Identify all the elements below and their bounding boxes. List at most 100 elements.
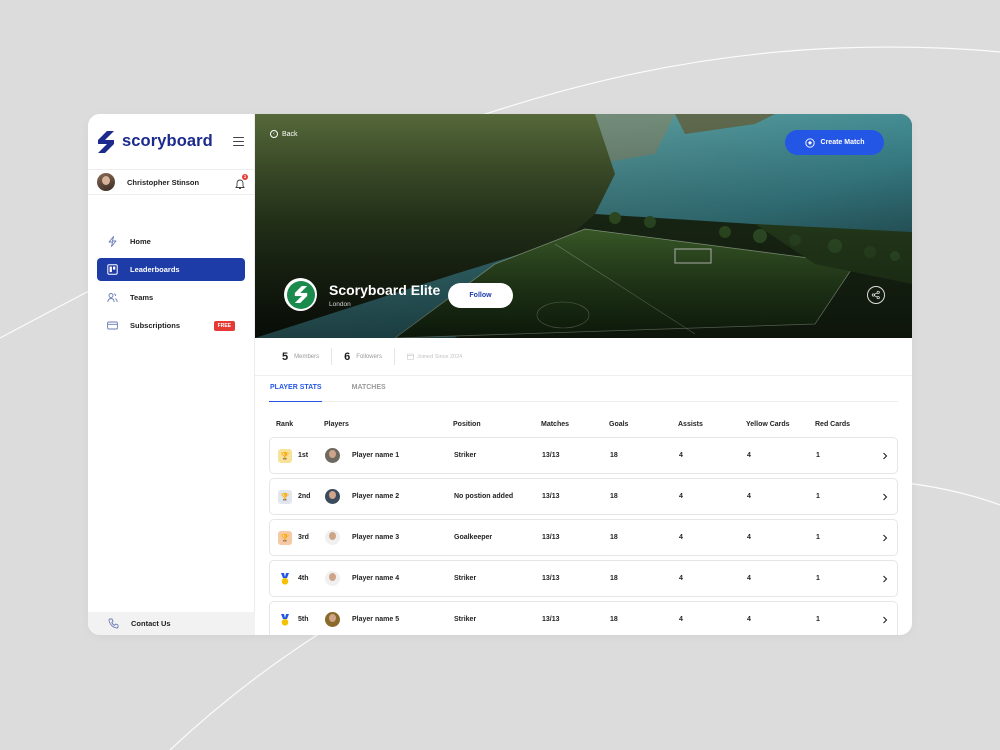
- matches-value: 13/13: [542, 575, 560, 582]
- soccer-ball-icon: [804, 137, 815, 148]
- yellow-cards-value: 4: [747, 616, 751, 623]
- create-match-label: Create Match: [820, 139, 865, 146]
- header-matches[interactable]: Matches: [541, 421, 609, 428]
- sidebar-item-label: Leaderboards: [130, 265, 180, 274]
- scoryboard-logo-icon[interactable]: [97, 130, 115, 153]
- sidebar-item-label: Teams: [130, 293, 154, 302]
- red-cards-value: 1: [816, 493, 820, 500]
- tab-player-stats[interactable]: PLAYER STATS: [269, 376, 322, 402]
- back-arrow-icon: ‹: [270, 130, 278, 138]
- table-row[interactable]: 🏆 1st Player name 1 Striker 13/13 18 4 4 …: [269, 437, 898, 474]
- goals-value: 18: [610, 493, 618, 500]
- main-content: ‹ Back Create Match Scoryboard Elite Lon…: [255, 114, 912, 635]
- notification-bell-icon[interactable]: 1: [235, 173, 248, 189]
- back-label: Back: [282, 130, 298, 138]
- red-cards-value: 1: [816, 616, 820, 623]
- header-position[interactable]: Position: [453, 421, 541, 428]
- header-red-cards[interactable]: Red Cards: [815, 421, 870, 428]
- create-match-button[interactable]: Create Match: [785, 130, 884, 155]
- sidebar-nav: Home Leaderboards Teams Subscriptions FR…: [88, 230, 254, 337]
- chevron-right-icon[interactable]: [881, 534, 889, 542]
- red-cards-value: 1: [816, 452, 820, 459]
- notification-count: 1: [242, 173, 248, 180]
- player-avatar: [325, 489, 340, 504]
- position-value: Striker: [454, 452, 477, 459]
- back-button[interactable]: ‹ Back: [270, 130, 298, 138]
- medal-icon: [281, 572, 289, 585]
- sidebar-item-leaderboards[interactable]: Leaderboards: [97, 258, 245, 281]
- phone-icon: [108, 618, 119, 629]
- yellow-cards-value: 4: [747, 452, 751, 459]
- header-goals[interactable]: Goals: [609, 421, 678, 428]
- table-row[interactable]: 5th Player name 5 Striker 13/13 18 4 4 1: [269, 601, 898, 635]
- matches-value: 13/13: [542, 493, 560, 500]
- chevron-right-icon[interactable]: [881, 575, 889, 583]
- joined-label: Joined Since 2024: [416, 353, 463, 360]
- goals-value: 18: [610, 616, 618, 623]
- sidebar-item-home[interactable]: Home: [97, 230, 245, 253]
- sidebar: scoryboard Christopher Stinson 1 Home Le…: [88, 114, 255, 635]
- joined-since: Joined Since 2024: [407, 353, 462, 360]
- position-value: No postion added: [454, 493, 514, 500]
- assists-value: 4: [679, 534, 683, 541]
- player-name: Player name 1: [352, 452, 400, 459]
- follow-button[interactable]: Follow: [448, 283, 513, 308]
- header-assists[interactable]: Assists: [678, 421, 746, 428]
- team-logo: [284, 278, 317, 311]
- table-row[interactable]: 4th Player name 4 Striker 13/13 18 4 4 1: [269, 560, 898, 597]
- header-yellow-cards[interactable]: Yellow Cards: [746, 421, 815, 428]
- chevron-right-icon[interactable]: [881, 493, 889, 501]
- silver-trophy-icon: 🏆: [278, 489, 292, 504]
- assists-value: 4: [679, 493, 683, 500]
- followers-count: 6: [344, 350, 351, 363]
- player-name: Player name 5: [352, 616, 400, 623]
- table-header: Rank Players Position Matches Goals Assi…: [269, 415, 898, 433]
- assists-value: 4: [679, 616, 683, 623]
- matches-value: 13/13: [542, 616, 560, 623]
- position-value: Striker: [454, 575, 477, 582]
- chevron-right-icon[interactable]: [881, 452, 889, 460]
- team-name: Scoryboard Elite: [329, 282, 441, 298]
- users-icon: [107, 292, 118, 303]
- rank-value: 5th: [298, 616, 309, 623]
- sidebar-item-subscriptions[interactable]: Subscriptions FREE: [97, 314, 245, 337]
- logo-row: scoryboard: [88, 114, 254, 170]
- table-row[interactable]: 🏆 2nd Player name 2 No postion added 13/1…: [269, 478, 898, 515]
- medal-icon: [281, 613, 289, 626]
- yellow-cards-value: 4: [747, 534, 751, 541]
- player-name: Player name 4: [352, 575, 400, 582]
- members-stat: 5 Members: [282, 348, 333, 365]
- user-row[interactable]: Christopher Stinson 1: [88, 170, 254, 195]
- position-value: Goalkeeper: [454, 534, 493, 541]
- brand-name: scoryboard: [122, 132, 213, 150]
- assists-value: 4: [679, 452, 683, 459]
- bronze-trophy-icon: 🏆: [278, 530, 292, 545]
- tab-matches[interactable]: MATCHES: [351, 376, 386, 401]
- sidebar-item-label: Home: [130, 237, 151, 246]
- contact-us-button[interactable]: Contact Us: [88, 612, 255, 635]
- header-rank[interactable]: Rank: [269, 421, 324, 428]
- yellow-cards-value: 4: [747, 493, 751, 500]
- player-avatar: [325, 612, 340, 627]
- player-name: Player name 3: [352, 534, 400, 541]
- free-badge: FREE: [213, 320, 235, 331]
- user-name: Christopher Stinson: [127, 177, 200, 187]
- sidebar-item-teams[interactable]: Teams: [97, 286, 245, 309]
- hamburger-menu-icon[interactable]: [233, 137, 244, 146]
- player-avatar: [325, 571, 340, 586]
- share-icon[interactable]: [867, 286, 885, 304]
- goals-value: 18: [610, 575, 618, 582]
- position-value: Striker: [454, 616, 477, 623]
- chevron-right-icon[interactable]: [881, 616, 889, 624]
- calendar-icon: [407, 353, 414, 360]
- user-avatar[interactable]: [97, 173, 115, 191]
- table-row[interactable]: 🏆 3rd Player name 3 Goalkeeper 13/13 18 4…: [269, 519, 898, 556]
- card-icon: [107, 320, 118, 331]
- team-location: London: [329, 301, 351, 308]
- followers-label: Followers: [356, 353, 382, 360]
- tabs: PLAYER STATS MATCHES: [269, 376, 898, 402]
- followers-stat: 6 Followers: [344, 348, 395, 365]
- team-hero-banner: ‹ Back Create Match Scoryboard Elite Lon…: [255, 114, 912, 338]
- header-players[interactable]: Players: [324, 421, 453, 428]
- goals-value: 18: [610, 452, 618, 459]
